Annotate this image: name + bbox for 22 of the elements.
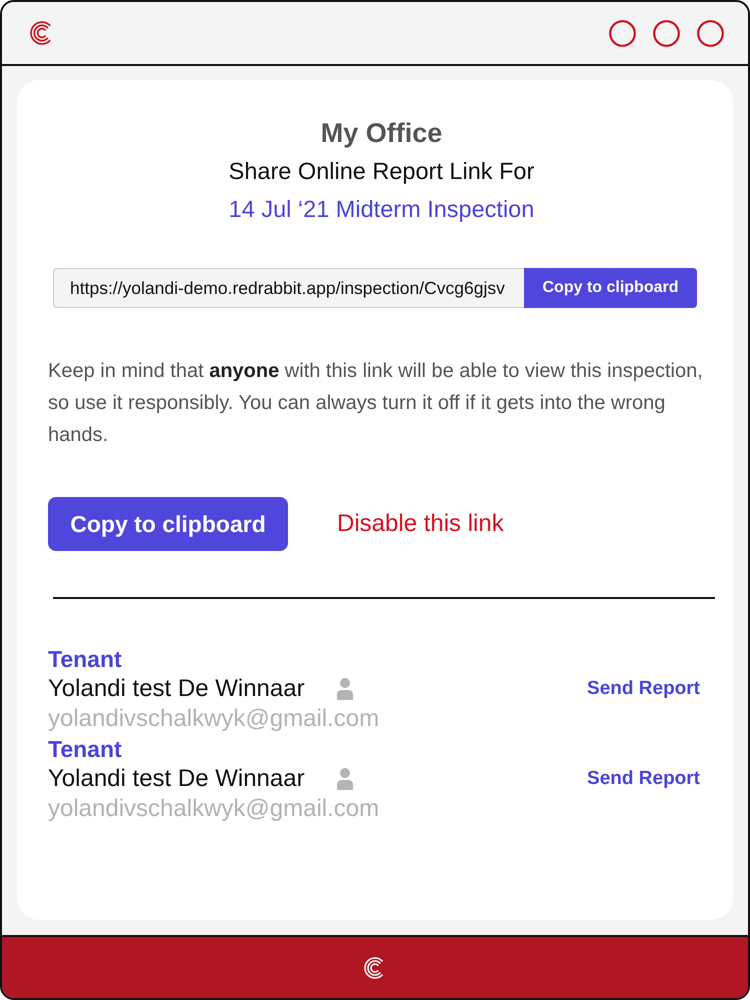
office-title: My Office — [320, 117, 444, 150]
disable-link[interactable]: Disable this link — [337, 509, 504, 539]
page-subtitle: Share Online Report Link For — [228, 157, 536, 186]
send-report-link[interactable]: Send Report — [587, 764, 700, 794]
recipient-email: yolandivschalkwyk@gmail.com — [48, 704, 380, 734]
recipient-role: Tenant — [48, 735, 122, 764]
copy-to-clipboard-button[interactable]: Copy to clipboard — [48, 497, 288, 551]
logo-icon — [364, 956, 386, 978]
inspection-title: 14 Jul ‘21 Midterm Inspection — [228, 195, 536, 224]
link-field[interactable]: https://yolandi-demo.redrabbit.app/inspection/Cvcg6gjsv — [53, 268, 524, 308]
window-control-icon[interactable] — [697, 20, 724, 46]
window-control-icon[interactable] — [653, 20, 680, 46]
window-control-icon[interactable] — [609, 20, 636, 46]
notice-text: Keep in mind that anyone with this link will be able to view this inspection, so use it responsibly. You can always turn it off if it gets into the wrong hands. — [48, 359, 704, 448]
send-report-link[interactable]: Send Report — [587, 674, 700, 704]
recipient-role: Tenant — [48, 645, 122, 674]
recipient-name: Yolandi test De Winnaar — [48, 674, 305, 704]
copy-link-button[interactable]: Copy to clipboard — [524, 268, 697, 308]
person-icon — [336, 678, 353, 700]
recipient-email: yolandivschalkwyk@gmail.com — [48, 794, 380, 824]
recipient-name: Yolandi test De Winnaar — [48, 764, 305, 794]
person-icon — [336, 768, 353, 790]
